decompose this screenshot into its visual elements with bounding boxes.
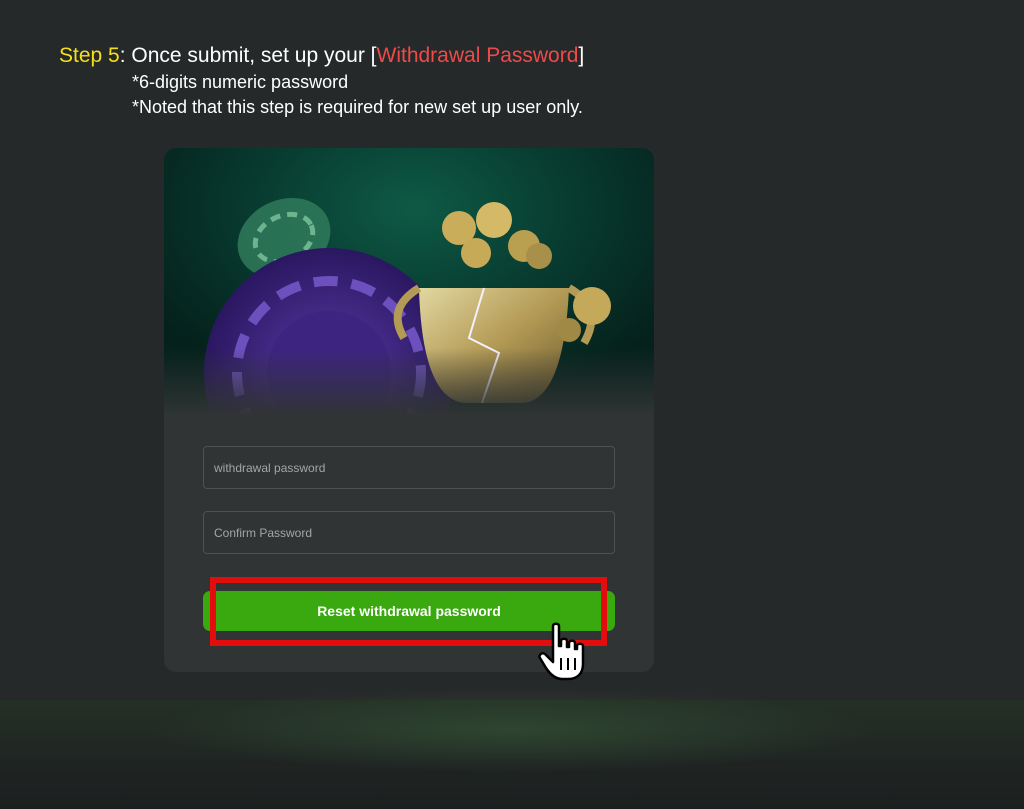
step-highlight: Withdrawal Password <box>376 44 579 67</box>
step-close: ] <box>578 44 585 67</box>
hand-pointer-icon <box>537 622 591 687</box>
note-new-user: *Noted that this step is required for ne… <box>132 97 583 117</box>
promo-banner-image <box>164 148 654 416</box>
note-digits: *6-digits numeric password <box>132 72 349 92</box>
step-line: Step 5: Once submit, set up your [Withdr… <box>59 42 584 70</box>
confirm-password-input[interactable] <box>203 511 615 554</box>
background-glow <box>0 690 1024 780</box>
withdrawal-password-input[interactable] <box>203 446 615 489</box>
step-label: Step 5 <box>59 44 120 67</box>
password-form <box>203 446 615 554</box>
banner-illustration <box>164 198 654 416</box>
instructions: Step 5: Once submit, set up your [Withdr… <box>59 42 584 120</box>
withdrawal-password-card: Reset withdrawal password <box>164 148 654 672</box>
step-text: : Once submit, set up your [ <box>119 44 377 67</box>
